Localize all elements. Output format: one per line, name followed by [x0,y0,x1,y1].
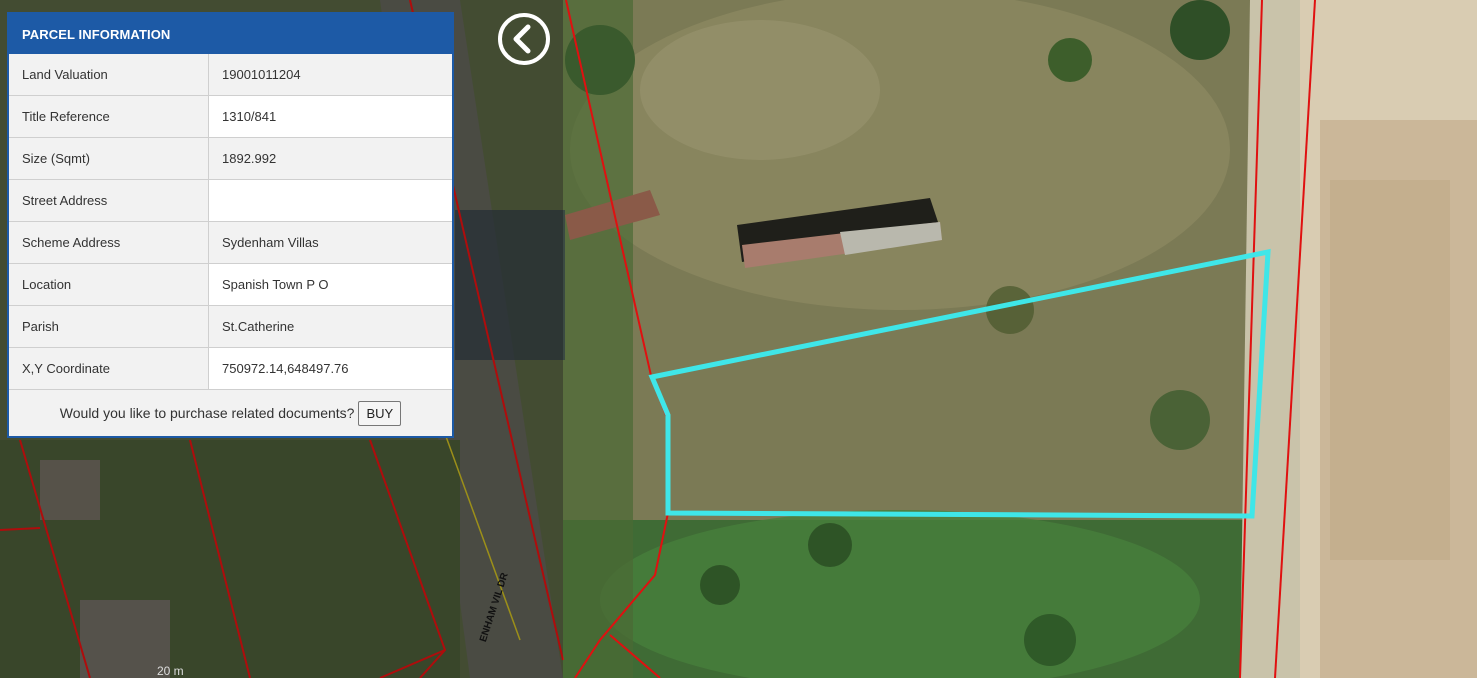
panel-title: PARCEL INFORMATION [9,14,452,54]
buy-button[interactable]: BUY [358,400,402,426]
row-value [208,179,452,222]
parcel-info-panel: PARCEL INFORMATION Land Valuation 190010… [7,12,454,438]
row-value: 1310/841 [208,95,452,138]
row-label: Street Address [9,179,209,222]
row-value: 19001011204 [208,54,452,96]
row-value: St.Catherine [208,305,452,348]
row-label: Title Reference [9,95,209,138]
purchase-footer: Would you like to purchase related docum… [9,390,452,436]
row-label: Parish [9,305,209,348]
table-row: X,Y Coordinate 750972.14,648497.76 [9,347,452,390]
row-value: Sydenham Villas [208,221,452,264]
row-label: Size (Sqmt) [9,137,209,180]
map-scale-label: 20 m [157,664,184,678]
parcel-info-table: Land Valuation 19001011204 Title Referen… [9,54,452,390]
table-row: Location Spanish Town P O [9,263,452,306]
purchase-prompt: Would you like to purchase related docum… [59,405,355,421]
row-value: 1892.992 [208,137,452,180]
row-label: Location [9,263,209,306]
table-row: Land Valuation 19001011204 [9,54,452,96]
table-row: Parish St.Catherine [9,305,452,348]
row-label: X,Y Coordinate [9,347,209,390]
row-value: 750972.14,648497.76 [208,347,452,390]
table-row: Size (Sqmt) 1892.992 [9,137,452,180]
table-row: Title Reference 1310/841 [9,95,452,138]
row-value: Spanish Town P O [208,263,452,306]
row-label: Land Valuation [9,54,209,96]
chevron-left-circle-icon [498,13,550,65]
row-label: Scheme Address [9,221,209,264]
back-button[interactable] [497,12,551,66]
table-row: Street Address [9,179,452,222]
table-row: Scheme Address Sydenham Villas [9,221,452,264]
